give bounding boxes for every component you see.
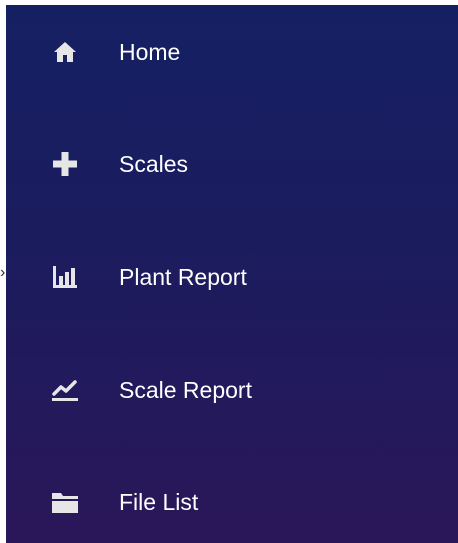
home-icon: [50, 37, 80, 67]
nav-item-label: Home: [119, 39, 181, 65]
folder-icon: [50, 487, 80, 517]
nav-item-label: Plant Report: [119, 264, 247, 290]
line-chart-icon: [50, 375, 80, 405]
nav-item-plant-report[interactable]: Plant Report: [6, 242, 458, 312]
nav-item-file-list[interactable]: File List: [6, 467, 458, 537]
nav-item-label: Scales: [119, 151, 189, 177]
sidebar-nav: Home Scales Plant Report Scale Report Fi…: [6, 5, 458, 543]
bar-chart-icon: [50, 262, 80, 292]
nav-item-scale-report[interactable]: Scale Report: [6, 355, 458, 425]
nav-item-scales[interactable]: Scales: [6, 129, 458, 199]
nav-item-label: Scale Report: [119, 377, 252, 403]
nav-item-home[interactable]: Home: [6, 17, 458, 87]
plus-icon: [50, 149, 80, 179]
nav-item-label: File List: [119, 489, 199, 515]
